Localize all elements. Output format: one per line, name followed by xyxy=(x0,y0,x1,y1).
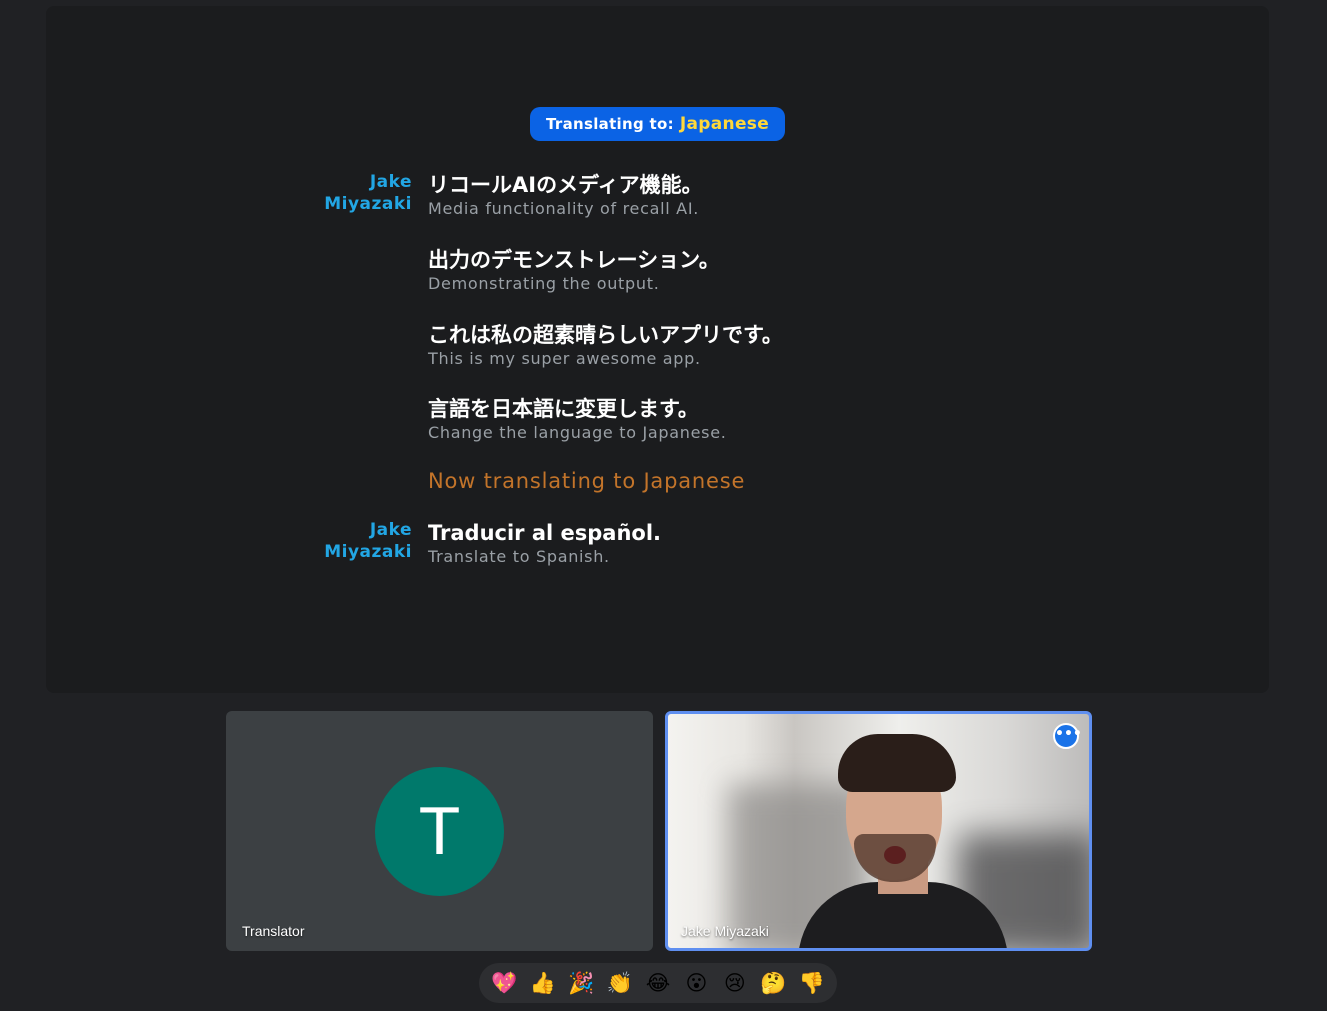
translating-to-label: Translating to: xyxy=(546,115,674,133)
caption-text: これは私の超素晴らしいアプリです。 xyxy=(428,323,783,347)
participant-tile-speaker[interactable]: ••• Jake Miyazaki xyxy=(665,711,1092,951)
reaction-bar: 💖 👍 🎉 👏 😂 😮 😢 🤔 👎 xyxy=(479,963,837,1003)
speaker-first-name: Jake xyxy=(369,172,412,192)
thinking-face-icon[interactable]: 🤔 xyxy=(758,968,788,998)
caption-text: 出力のデモンストレーション。 xyxy=(428,248,720,272)
caption-translation: Change the language to Japanese. xyxy=(428,423,727,442)
caption-speaker: Jake Miyazaki xyxy=(276,519,412,563)
caption-text: リコールAIのメディア機能。 xyxy=(428,173,703,197)
caption-translation: Demonstrating the output. xyxy=(428,274,660,293)
translating-to-badge: Translating to: Japanese xyxy=(530,107,786,141)
caption-translation: This is my super awesome app. xyxy=(428,349,701,368)
caption-text: Traducir al español. xyxy=(428,521,662,545)
caption-translation: Translate to Spanish. xyxy=(428,547,610,566)
thumbs-down-icon[interactable]: 👎 xyxy=(797,968,827,998)
thumbs-up-icon[interactable]: 👍 xyxy=(528,968,558,998)
participant-video xyxy=(798,734,1008,948)
translation-notice: Now translating to Japanese xyxy=(428,469,746,493)
caption-text: 言語を日本語に変更します。 xyxy=(428,397,699,421)
crying-face-icon[interactable]: 😢 xyxy=(720,968,750,998)
more-options-icon[interactable]: ••• xyxy=(1053,723,1082,749)
surprised-face-icon[interactable]: 😮 xyxy=(681,968,711,998)
sparkling-heart-icon[interactable]: 💖 xyxy=(489,968,519,998)
participant-name: Translator xyxy=(242,923,305,939)
caption-translation: Media functionality of recall AI. xyxy=(428,199,700,218)
tears-of-joy-icon[interactable]: 😂 xyxy=(643,968,673,998)
clapping-hands-icon[interactable]: 👏 xyxy=(605,968,635,998)
participant-name: Jake Miyazaki xyxy=(681,923,769,939)
speaker-last-name: Miyazaki xyxy=(324,542,412,562)
target-language: Japanese xyxy=(679,114,770,134)
party-popper-icon[interactable]: 🎉 xyxy=(566,968,596,998)
speaker-last-name: Miyazaki xyxy=(324,194,412,214)
speaker-first-name: Jake xyxy=(369,520,412,540)
caption-stage: Translating to: Japanese Jake Miyazaki リ… xyxy=(46,6,1269,693)
avatar: T xyxy=(375,767,504,896)
participant-tile-translator[interactable]: T Translator xyxy=(226,711,653,951)
caption-speaker: Jake Miyazaki xyxy=(276,171,412,215)
